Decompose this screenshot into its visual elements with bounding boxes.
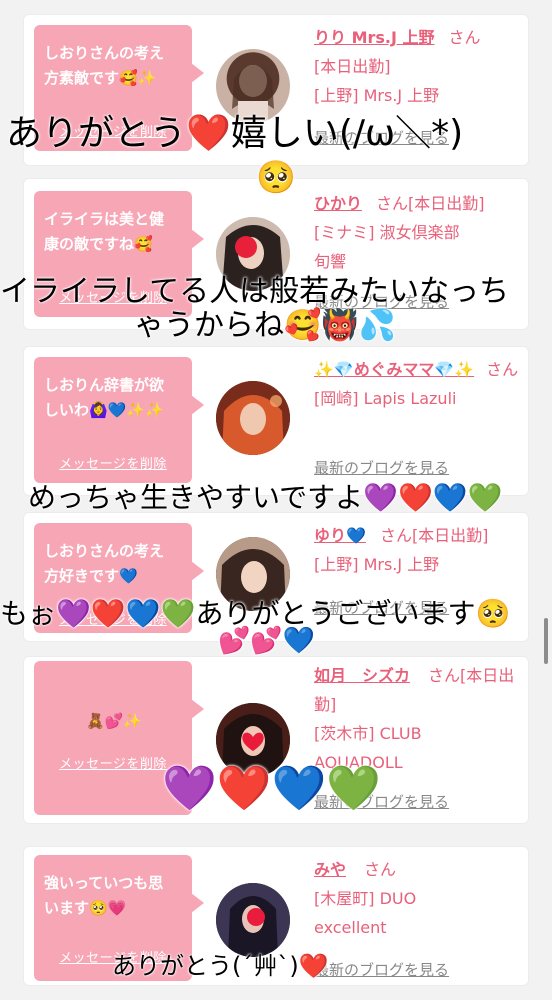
cast-detail: [岡崎] Lapis Lazuli — [314, 389, 457, 408]
honorific: さん — [486, 360, 519, 379]
cast-name-link[interactable]: 如月 シズカ — [314, 666, 410, 685]
cast-info: ゆり💙 さん[本日出勤] [上野] Mrs.J 上野 — [314, 521, 520, 579]
latest-blog-link[interactable]: 最新のブログを見る — [314, 457, 449, 478]
avatar[interactable] — [216, 381, 290, 455]
overlay-reply-3: めっちゃ生きやすいですよ💜❤️💙💚 — [28, 481, 503, 514]
latest-blog-link[interactable]: 最新のブログを見る — [314, 959, 449, 980]
cast-info: りり Mrs.J 上野 さん [本日出勤] [上野] Mrs.J 上野 — [314, 23, 520, 110]
message-text: しおりさんの考え 方好きです💙 — [44, 542, 165, 585]
cast-info: みや さん [木屋町] DUO excellent — [314, 855, 520, 942]
honorific: さん[本日出勤] — [379, 526, 489, 545]
cast-name-link[interactable]: ひかり — [314, 194, 362, 213]
delete-message-link[interactable]: メッセージを削除 — [34, 453, 192, 472]
honorific: さん[本日出勤] — [376, 194, 485, 213]
message-text: 🧸💕✨ — [85, 712, 143, 730]
cast-name-link[interactable]: ✨💎めぐみママ💎✨ — [314, 360, 474, 379]
overlay-reply-5: 💜❤️💙💚 — [162, 763, 382, 814]
woman-portrait-icon — [216, 381, 290, 455]
message-bubble: しおりん辞書が欲 しいわ🙆‍♀️💙✨✨ メッセージを削除 — [34, 357, 204, 483]
cast-detail: [本日出勤] [上野] Mrs.J 上野 — [314, 57, 440, 105]
message-card: しおりん辞書が欲 しいわ🙆‍♀️💙✨✨ メッセージを削除 ✨💎めぐみママ💎✨ さん… — [23, 346, 529, 496]
cast-info: 如月 シズカ さん[本日出勤] [茨木市] CLUB AQUADOLL — [314, 661, 520, 777]
cast-name-link[interactable]: りり Mrs.J 上野 — [314, 28, 435, 47]
message-text: イライラは美と健 康の敵ですね🥰 — [44, 210, 165, 253]
honorific: さん — [364, 860, 397, 879]
overlay-reply-2b: ゃうからね🥰👹💦 — [134, 308, 397, 343]
cast-detail: [木屋町] DUO excellent — [314, 889, 417, 937]
overlay-reply-4b: 💕💕💙 — [218, 626, 316, 656]
message-text: 強いっていつも思 います🥺💗 — [44, 874, 164, 917]
cast-info: ✨💎めぐみママ💎✨ さん [岡崎] Lapis Lazuli — [314, 355, 520, 413]
cast-name-link[interactable]: みや — [314, 860, 346, 879]
cast-detail: [上野] Mrs.J 上野 — [314, 555, 440, 574]
message-text: しおりさんの考え 方素敵です🥰✨ — [44, 44, 165, 87]
overlay-reply-1: ありがとう❤️嬉しい(/ω＼*) — [6, 113, 464, 154]
cast-name-link[interactable]: ゆり💙 — [314, 526, 366, 545]
scrollbar-thumb[interactable] — [544, 618, 548, 664]
overlay-reply-6: ありがとう(´艸`)❤️ — [112, 952, 329, 980]
cast-info: ひかり さん[本日出勤] [ミナミ] 淑女倶楽部 旬響 — [314, 189, 520, 276]
honorific: さん — [448, 28, 481, 47]
overlay-reply-1-emoji: 🥺 — [256, 158, 296, 196]
message-text: しおりん辞書が欲 しいわ🙆‍♀️💙✨✨ — [44, 376, 165, 419]
